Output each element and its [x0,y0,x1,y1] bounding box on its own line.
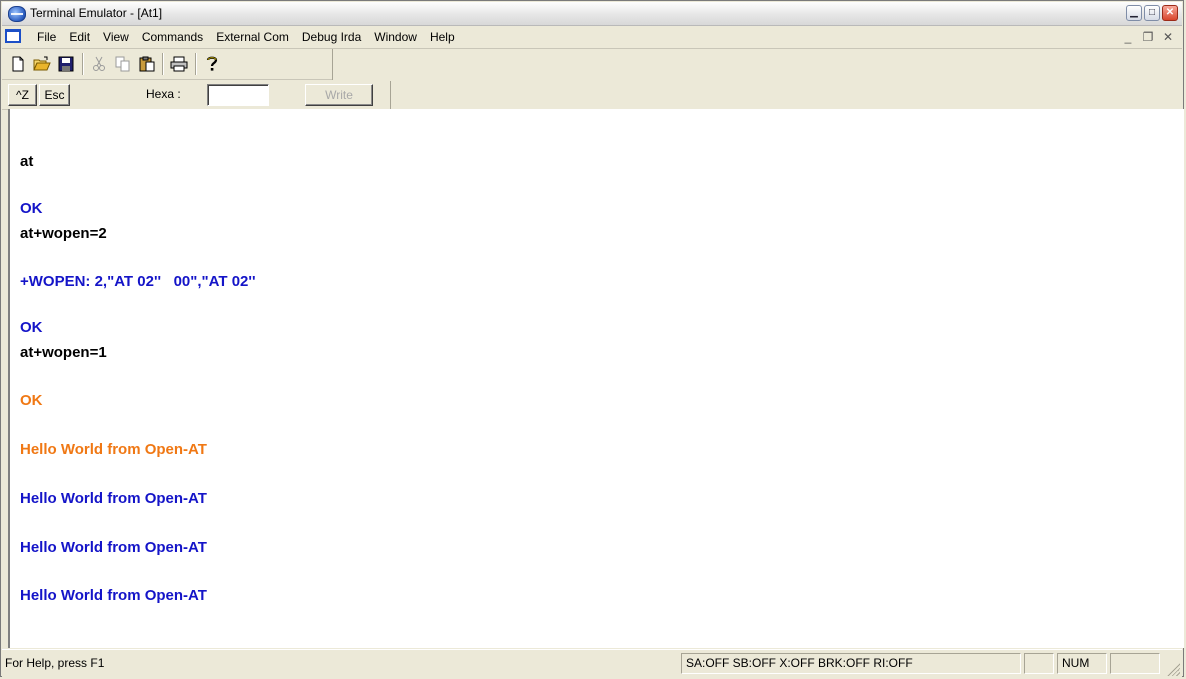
save-icon[interactable] [55,53,77,75]
close-button[interactable]: ✕ [1162,5,1178,21]
terminal-line: +WOPEN: 2,"AT 02'' 00","AT 02'' [20,273,256,290]
app-icon[interactable] [8,6,26,22]
window-title: Terminal Emulator - [At1] [30,6,163,20]
menu-bar: File Edit View Commands External Com Deb… [2,26,1182,49]
mdi-restore-button[interactable]: ❐ [1140,29,1156,45]
cut-icon[interactable] [88,53,110,75]
hexa-label: Hexa : [146,87,181,101]
toolbar-separator [195,53,197,75]
num-lock-indicator: NUM [1057,653,1107,674]
terminal-line: Hello World from Open-AT [20,539,207,556]
terminal-output-top[interactable] [8,109,1184,147]
new-document-icon[interactable] [7,53,29,75]
terminal-line: OK [20,319,43,336]
menu-list: File Edit View Commands External Com Deb… [30,30,461,44]
hexa-input[interactable] [207,84,269,106]
menu-window[interactable]: Window [367,30,423,44]
menu-debug-irda[interactable]: Debug Irda [295,30,367,44]
hexbar-divider [390,81,391,111]
terminal-line: at+wopen=2 [20,225,107,242]
esc-button[interactable]: Esc [39,84,70,106]
status-bar: For Help, press F1 SA:OFF SB:OFF X:OFF B… [2,649,1182,678]
title-bar[interactable]: Terminal Emulator - [At1] ▁ □ ✕ [2,2,1182,26]
standard-toolbar [2,49,332,80]
help-status-text: For Help, press F1 [5,656,105,670]
mdi-close-button[interactable]: ✕ [1160,29,1176,45]
terminal-line: OK [20,392,43,409]
print-icon[interactable] [168,53,190,75]
help-icon[interactable] [201,53,223,75]
hex-toolbar: ^Z Esc Hexa : Write [2,81,390,110]
toolbar-separator [162,53,164,75]
menu-commands[interactable]: Commands [135,30,209,44]
terminal-line: Hello World from Open-AT [20,441,207,458]
terminal-line: at+wopen=1 [20,344,107,361]
window-controls: ▁ □ ✕ [1126,5,1178,21]
menu-external-com[interactable]: External Com [209,30,295,44]
terminal-line: OK [20,200,43,217]
terminal-output[interactable] [8,147,1184,648]
terminal-line: Hello World from Open-AT [20,587,207,604]
mdi-minimize-button[interactable]: _ [1120,29,1136,45]
write-button[interactable]: Write [305,84,373,106]
minimize-button[interactable]: ▁ [1126,5,1142,21]
maximize-button[interactable]: □ [1144,5,1160,21]
menu-file[interactable]: File [30,30,62,44]
menu-edit[interactable]: Edit [62,30,96,44]
open-folder-icon[interactable] [31,53,53,75]
paste-icon[interactable] [136,53,158,75]
terminal-line: Hello World from Open-AT [20,490,207,507]
terminal-line: at [20,153,34,170]
ctrl-z-button[interactable]: ^Z [8,84,37,106]
status-pane-empty [1110,653,1160,674]
mdi-controls: _ ❐ ✕ [1120,29,1176,45]
toolbar-separator [82,53,84,75]
line-indicators: SA:OFF SB:OFF X:OFF BRK:OFF RI:OFF [681,653,1021,674]
toolbar-divider [332,49,333,80]
status-pane-empty [1024,653,1054,674]
copy-icon[interactable] [112,53,134,75]
menu-help[interactable]: Help [423,30,461,44]
menu-view[interactable]: View [96,30,135,44]
mdi-document-icon[interactable] [5,29,21,43]
terminal-emulator-window: Terminal Emulator - [At1] ▁ □ ✕ File Edi… [0,0,1184,678]
resize-grip[interactable] [1166,662,1180,676]
